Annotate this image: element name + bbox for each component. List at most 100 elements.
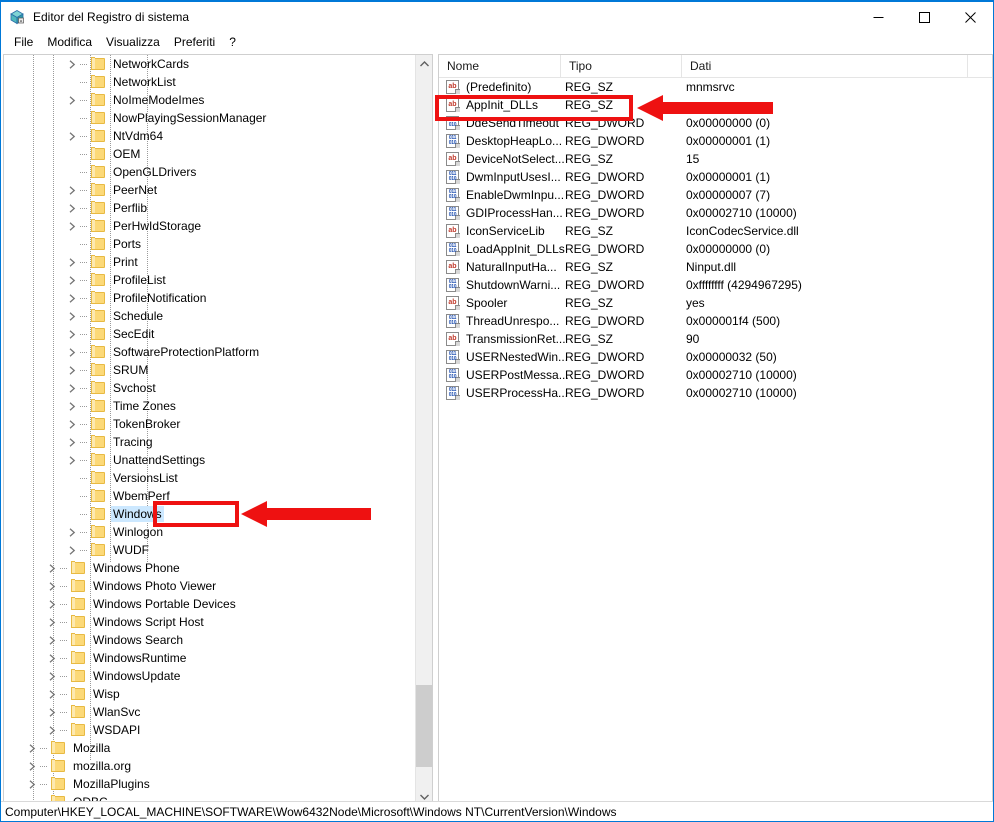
chevron-right-icon[interactable] xyxy=(64,541,80,559)
column-header-tipo[interactable]: Tipo xyxy=(561,55,682,77)
tree-item-mozilla[interactable]: Mozilla xyxy=(4,739,410,757)
value-row[interactable]: 011 010 ShutdownWarni... REG_DWORD 0xfffffff… xyxy=(439,276,992,294)
value-row[interactable]: 011 010 LoadAppInit_DLLs REG_DWORD 0x0000000… xyxy=(439,240,992,258)
value-row[interactable]: 011 010 USERProcessHa... REG_DWORD 0x0000271… xyxy=(439,384,992,402)
value-row[interactable]: 011 010 DesktopHeapLo... REG_DWORD 0x0000000… xyxy=(439,132,992,150)
tree-item-ntvdm64[interactable]: NtVdm64 xyxy=(4,127,410,145)
chevron-right-icon[interactable] xyxy=(64,181,80,199)
chevron-right-icon[interactable] xyxy=(64,379,80,397)
tree-item-profilelist[interactable]: ProfileList xyxy=(4,271,410,289)
chevron-right-icon[interactable] xyxy=(64,199,80,217)
chevron-right-icon[interactable] xyxy=(64,307,80,325)
tree-item-wsdapi[interactable]: WSDAPI xyxy=(4,721,410,739)
menu-file[interactable]: File xyxy=(7,33,40,51)
tree-item-oem[interactable]: OEM xyxy=(4,145,410,163)
chevron-right-icon[interactable] xyxy=(64,91,80,109)
chevron-right-icon[interactable] xyxy=(44,703,60,721)
tree-scrollbar[interactable] xyxy=(415,55,432,805)
chevron-right-icon[interactable] xyxy=(64,523,80,541)
tree-item-mozilla-org[interactable]: mozilla.org xyxy=(4,757,410,775)
chevron-right-icon[interactable] xyxy=(44,667,60,685)
chevron-up-icon[interactable] xyxy=(416,55,432,72)
chevron-right-icon[interactable] xyxy=(44,595,60,613)
menu-help[interactable]: ? xyxy=(222,33,243,51)
tree-item-nowplayingsessionmanager[interactable]: NowPlayingSessionManager xyxy=(4,109,410,127)
value-row[interactable]: 011 010 DdeSendTimeout REG_DWORD 0x00000000 … xyxy=(439,114,992,132)
tree-item-ports[interactable]: Ports xyxy=(4,235,410,253)
tree-item-softwareprotectionplatform[interactable]: SoftwareProtectionPlatform xyxy=(4,343,410,361)
tree-item-noimemodeimes[interactable]: NoImeModeImes xyxy=(4,91,410,109)
chevron-right-icon[interactable] xyxy=(24,775,40,793)
chevron-right-icon[interactable] xyxy=(64,451,80,469)
tree-item-windows-portable-devices[interactable]: Windows Portable Devices xyxy=(4,595,410,613)
tree-item-opengldrivers[interactable]: OpenGLDrivers xyxy=(4,163,410,181)
tree-item-versionslist[interactable]: VersionsList xyxy=(4,469,410,487)
tree-item-time-zones[interactable]: Time Zones xyxy=(4,397,410,415)
tree-item-wudf[interactable]: WUDF xyxy=(4,541,410,559)
chevron-right-icon[interactable] xyxy=(64,217,80,235)
chevron-right-icon[interactable] xyxy=(44,631,60,649)
chevron-right-icon[interactable] xyxy=(64,253,80,271)
tree-item-wisp[interactable]: Wisp xyxy=(4,685,410,703)
tree-item-windows-photo-viewer[interactable]: Windows Photo Viewer xyxy=(4,577,410,595)
chevron-right-icon[interactable] xyxy=(44,613,60,631)
registry-tree[interactable]: NetworkCards NetworkList NoImeModeImes NowP… xyxy=(4,55,410,805)
chevron-right-icon[interactable] xyxy=(64,433,80,451)
value-row[interactable]: 011 010 EnableDwmInpu... REG_DWORD 0x0000000… xyxy=(439,186,992,204)
chevron-right-icon[interactable] xyxy=(24,739,40,757)
value-row[interactable]: 011 010 USERPostMessa... REG_DWORD 0x0000271… xyxy=(439,366,992,384)
chevron-right-icon[interactable] xyxy=(64,361,80,379)
value-row[interactable]: 011 010 GDIProcessHan... REG_DWORD 0x0000271… xyxy=(439,204,992,222)
chevron-right-icon[interactable] xyxy=(64,325,80,343)
menu-visualizza[interactable]: Visualizza xyxy=(99,33,167,51)
chevron-right-icon[interactable] xyxy=(64,397,80,415)
chevron-right-icon[interactable] xyxy=(24,757,40,775)
registry-values-pane[interactable]: Nome Tipo Dati ab (Predefinito) REG_SZ mnms… xyxy=(438,54,993,806)
value-row[interactable]: ab TransmissionRet... REG_SZ 90 xyxy=(439,330,992,348)
value-row[interactable]: 011 010 USERNestedWin... REG_DWORD 0x0000003… xyxy=(439,348,992,366)
chevron-right-icon[interactable] xyxy=(64,343,80,361)
value-row[interactable]: ab NaturalInputHa... REG_SZ Ninput.dll xyxy=(439,258,992,276)
tree-item-secedit[interactable]: SecEdit xyxy=(4,325,410,343)
tree-item-peernet[interactable]: PeerNet xyxy=(4,181,410,199)
chevron-right-icon[interactable] xyxy=(44,559,60,577)
tree-item-wbemperf[interactable]: WbemPerf xyxy=(4,487,410,505)
value-row[interactable]: ab AppInit_DLLs REG_SZ xyxy=(439,96,992,114)
tree-item-schedule[interactable]: Schedule xyxy=(4,307,410,325)
values-rows[interactable]: ab (Predefinito) REG_SZ mnmsrvc ab AppInit_DL… xyxy=(439,78,992,402)
tree-item-windows[interactable]: Windows xyxy=(4,505,410,523)
chevron-right-icon[interactable] xyxy=(64,415,80,433)
value-row[interactable]: 011 010 DwmInputUsesI... REG_DWORD 0x0000000… xyxy=(439,168,992,186)
tree-item-profilenotification[interactable]: ProfileNotification xyxy=(4,289,410,307)
tree-rows[interactable]: NetworkCards NetworkList NoImeModeImes NowP… xyxy=(4,55,410,805)
tree-scrollbar-thumb[interactable] xyxy=(416,685,432,767)
tree-item-print[interactable]: Print xyxy=(4,253,410,271)
tree-item-mozillaplugins[interactable]: MozillaPlugins xyxy=(4,775,410,793)
value-row[interactable]: ab Spooler REG_SZ yes xyxy=(439,294,992,312)
value-row[interactable]: 011 010 ThreadUnrespo... REG_DWORD 0x000001f… xyxy=(439,312,992,330)
minimize-button[interactable] xyxy=(855,2,901,32)
tree-item-windows-phone[interactable]: Windows Phone xyxy=(4,559,410,577)
tree-item-windowsupdate[interactable]: WindowsUpdate xyxy=(4,667,410,685)
chevron-right-icon[interactable] xyxy=(44,685,60,703)
tree-item-srum[interactable]: SRUM xyxy=(4,361,410,379)
registry-tree-pane[interactable]: NetworkCards NetworkList NoImeModeImes NowP… xyxy=(3,54,433,806)
tree-item-winlogon[interactable]: Winlogon xyxy=(4,523,410,541)
chevron-right-icon[interactable] xyxy=(64,289,80,307)
close-button[interactable] xyxy=(947,2,993,32)
column-header-dati[interactable]: Dati xyxy=(682,55,968,77)
tree-item-windowsruntime[interactable]: WindowsRuntime xyxy=(4,649,410,667)
value-row[interactable]: ab (Predefinito) REG_SZ mnmsrvc xyxy=(439,78,992,96)
tree-item-perflib[interactable]: Perflib xyxy=(4,199,410,217)
value-row[interactable]: ab DeviceNotSelect... REG_SZ 15 xyxy=(439,150,992,168)
tree-item-networkcards[interactable]: NetworkCards xyxy=(4,55,410,73)
tree-item-tokenbroker[interactable]: TokenBroker xyxy=(4,415,410,433)
tree-item-perhwidstorage[interactable]: PerHwIdStorage xyxy=(4,217,410,235)
chevron-right-icon[interactable] xyxy=(44,721,60,739)
menu-preferiti[interactable]: Preferiti xyxy=(167,33,222,51)
maximize-button[interactable] xyxy=(901,2,947,32)
chevron-right-icon[interactable] xyxy=(64,271,80,289)
column-header-nome[interactable]: Nome xyxy=(439,55,561,77)
chevron-right-icon[interactable] xyxy=(64,127,80,145)
tree-item-svchost[interactable]: Svchost xyxy=(4,379,410,397)
